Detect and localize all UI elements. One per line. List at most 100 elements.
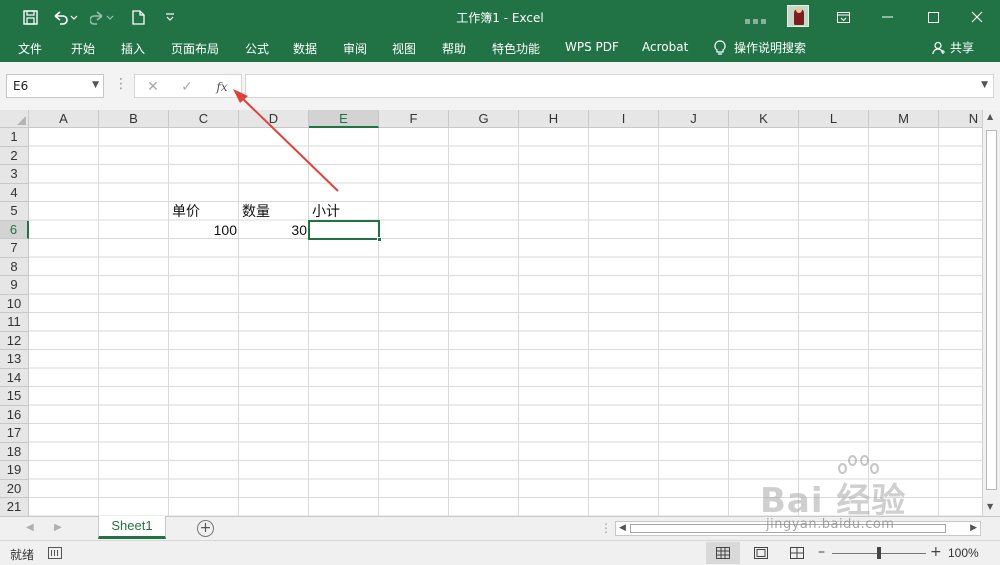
column-header-l[interactable]: L <box>799 110 869 128</box>
zoom-slider-thumb[interactable] <box>877 547 881 559</box>
row-header-1[interactable]: 1 <box>0 128 29 147</box>
undo-icon[interactable] <box>50 7 80 27</box>
scroll-left-icon[interactable]: ◀ <box>619 522 626 535</box>
tab-help[interactable]: 帮助 <box>442 40 466 57</box>
row-header-13[interactable]: 13 <box>0 350 29 369</box>
expand-formula-bar-icon[interactable]: ▼ <box>981 80 988 90</box>
vertical-scroll-thumb[interactable] <box>986 130 997 490</box>
tab-splitter-handle[interactable]: ⋮ <box>600 521 612 535</box>
add-sheet-icon[interactable]: + <box>197 520 214 537</box>
column-header-j[interactable]: J <box>659 110 729 128</box>
cell-d6[interactable]: 30 <box>239 221 307 239</box>
column-header-g[interactable]: G <box>449 110 519 128</box>
active-cell-selection[interactable] <box>308 219 382 242</box>
avatar[interactable] <box>787 5 809 27</box>
cancel-icon[interactable]: ✕ <box>141 77 165 97</box>
tab-page-layout[interactable]: 页面布局 <box>171 40 219 57</box>
ribbon-tab-bar: 文件 开始 插入 页面布局 公式 数据 审阅 视图 帮助 特色功能 WPS PD… <box>0 34 1000 62</box>
row-header-9[interactable]: 9 <box>0 276 29 295</box>
cell-c6[interactable]: 100 <box>169 221 237 239</box>
tab-wps-pdf[interactable]: WPS PDF <box>565 40 619 54</box>
share-label: 共享 <box>950 41 975 55</box>
tab-insert[interactable]: 插入 <box>121 40 145 57</box>
horizontal-scroll-thumb[interactable] <box>630 524 946 533</box>
page-layout-view-icon[interactable] <box>744 542 778 564</box>
tab-data[interactable]: 数据 <box>293 40 317 57</box>
column-header-e[interactable]: E <box>309 110 379 128</box>
cell-c5[interactable]: 单价 <box>172 202 200 220</box>
tab-special-features[interactable]: 特色功能 <box>492 40 540 57</box>
column-header-d[interactable]: D <box>239 110 309 128</box>
row-header-15[interactable]: 15 <box>0 387 29 406</box>
row-header-16[interactable]: 16 <box>0 405 29 424</box>
formula-input[interactable]: ▼ <box>245 74 994 98</box>
row-header-5[interactable]: 5 <box>0 202 29 221</box>
row-header-4[interactable]: 4 <box>0 183 29 202</box>
name-box-value: E6 <box>13 79 29 93</box>
scroll-right-icon[interactable]: ▶ <box>970 522 977 535</box>
normal-view-icon[interactable] <box>706 542 740 564</box>
row-header-11[interactable]: 11 <box>0 313 29 332</box>
column-header-f[interactable]: F <box>379 110 449 128</box>
name-box[interactable]: E6 ▼ <box>6 74 104 98</box>
horizontal-scrollbar[interactable]: ◀ ▶ <box>615 521 981 536</box>
prev-sheet-icon[interactable]: ◀ <box>26 522 34 533</box>
sheet-tab[interactable]: Sheet1 <box>98 516 166 539</box>
customize-icon[interactable] <box>158 7 182 27</box>
tab-file[interactable]: 文件 <box>18 40 42 57</box>
row-header-7[interactable]: 7 <box>0 239 29 258</box>
page-break-view-icon[interactable] <box>780 542 814 564</box>
row-header-10[interactable]: 10 <box>0 294 29 313</box>
row-header-18[interactable]: 18 <box>0 442 29 461</box>
row-header-17[interactable]: 17 <box>0 424 29 443</box>
column-header-a[interactable]: A <box>29 110 99 128</box>
next-sheet-icon[interactable]: ▶ <box>54 522 62 533</box>
column-header-h[interactable]: H <box>519 110 589 128</box>
tab-review[interactable]: 审阅 <box>343 40 367 57</box>
macro-record-icon[interactable] <box>48 547 62 559</box>
column-header-m[interactable]: M <box>869 110 939 128</box>
column-header-n[interactable]: N <box>939 110 982 128</box>
share-button[interactable]: 共享 <box>932 39 974 56</box>
cell-area[interactable]: 单价 数量 小计 100 30 <box>29 128 982 516</box>
column-header-k[interactable]: K <box>729 110 799 128</box>
column-header-c[interactable]: C <box>169 110 239 128</box>
maximize-icon[interactable] <box>910 0 956 34</box>
row-header-20[interactable]: 20 <box>0 479 29 498</box>
close-icon[interactable] <box>954 0 1000 34</box>
scroll-up-icon[interactable]: ▲ <box>987 112 993 121</box>
zoom-percentage[interactable]: 100% <box>948 546 979 560</box>
cell-d5[interactable]: 数量 <box>242 202 270 220</box>
row-header-3[interactable]: 3 <box>0 165 29 184</box>
insert-function-icon[interactable]: fx <box>210 77 234 97</box>
row-header-19[interactable]: 19 <box>0 461 29 480</box>
minimize-icon[interactable] <box>864 0 910 34</box>
scroll-down-icon[interactable]: ▼ <box>987 502 993 511</box>
tab-acrobat[interactable]: Acrobat <box>642 40 688 54</box>
tab-view[interactable]: 视图 <box>392 40 416 57</box>
row-header-8[interactable]: 8 <box>0 257 29 276</box>
chevron-down-icon[interactable]: ▼ <box>92 80 99 90</box>
save-icon[interactable] <box>18 7 42 27</box>
column-header-i[interactable]: I <box>589 110 659 128</box>
tab-home[interactable]: 开始 <box>71 40 95 57</box>
new-document-icon[interactable] <box>126 7 150 27</box>
tell-me-search[interactable]: 操作说明搜索 <box>714 39 806 56</box>
enter-icon[interactable]: ✓ <box>175 77 199 97</box>
tab-formulas[interactable]: 公式 <box>245 40 269 57</box>
row-header-21[interactable]: 21 <box>0 498 29 516</box>
zoom-in-icon[interactable]: + <box>930 544 942 560</box>
cell-e5[interactable]: 小计 <box>312 202 340 220</box>
zoom-out-icon[interactable]: – <box>818 544 825 560</box>
ribbon-display-options-icon[interactable] <box>820 0 866 34</box>
row-header-12[interactable]: 12 <box>0 331 29 350</box>
select-all-button[interactable] <box>0 110 29 128</box>
vertical-scrollbar[interactable]: ▲ ▼ <box>982 110 1000 516</box>
row-header-14[interactable]: 14 <box>0 368 29 387</box>
splitter-handle[interactable]: ⋮ <box>114 76 128 92</box>
row-header-2[interactable]: 2 <box>0 146 29 165</box>
fill-handle[interactable] <box>377 237 382 242</box>
redo-icon[interactable] <box>88 7 118 27</box>
column-header-b[interactable]: B <box>99 110 169 128</box>
row-header-6[interactable]: 6 <box>0 220 29 239</box>
